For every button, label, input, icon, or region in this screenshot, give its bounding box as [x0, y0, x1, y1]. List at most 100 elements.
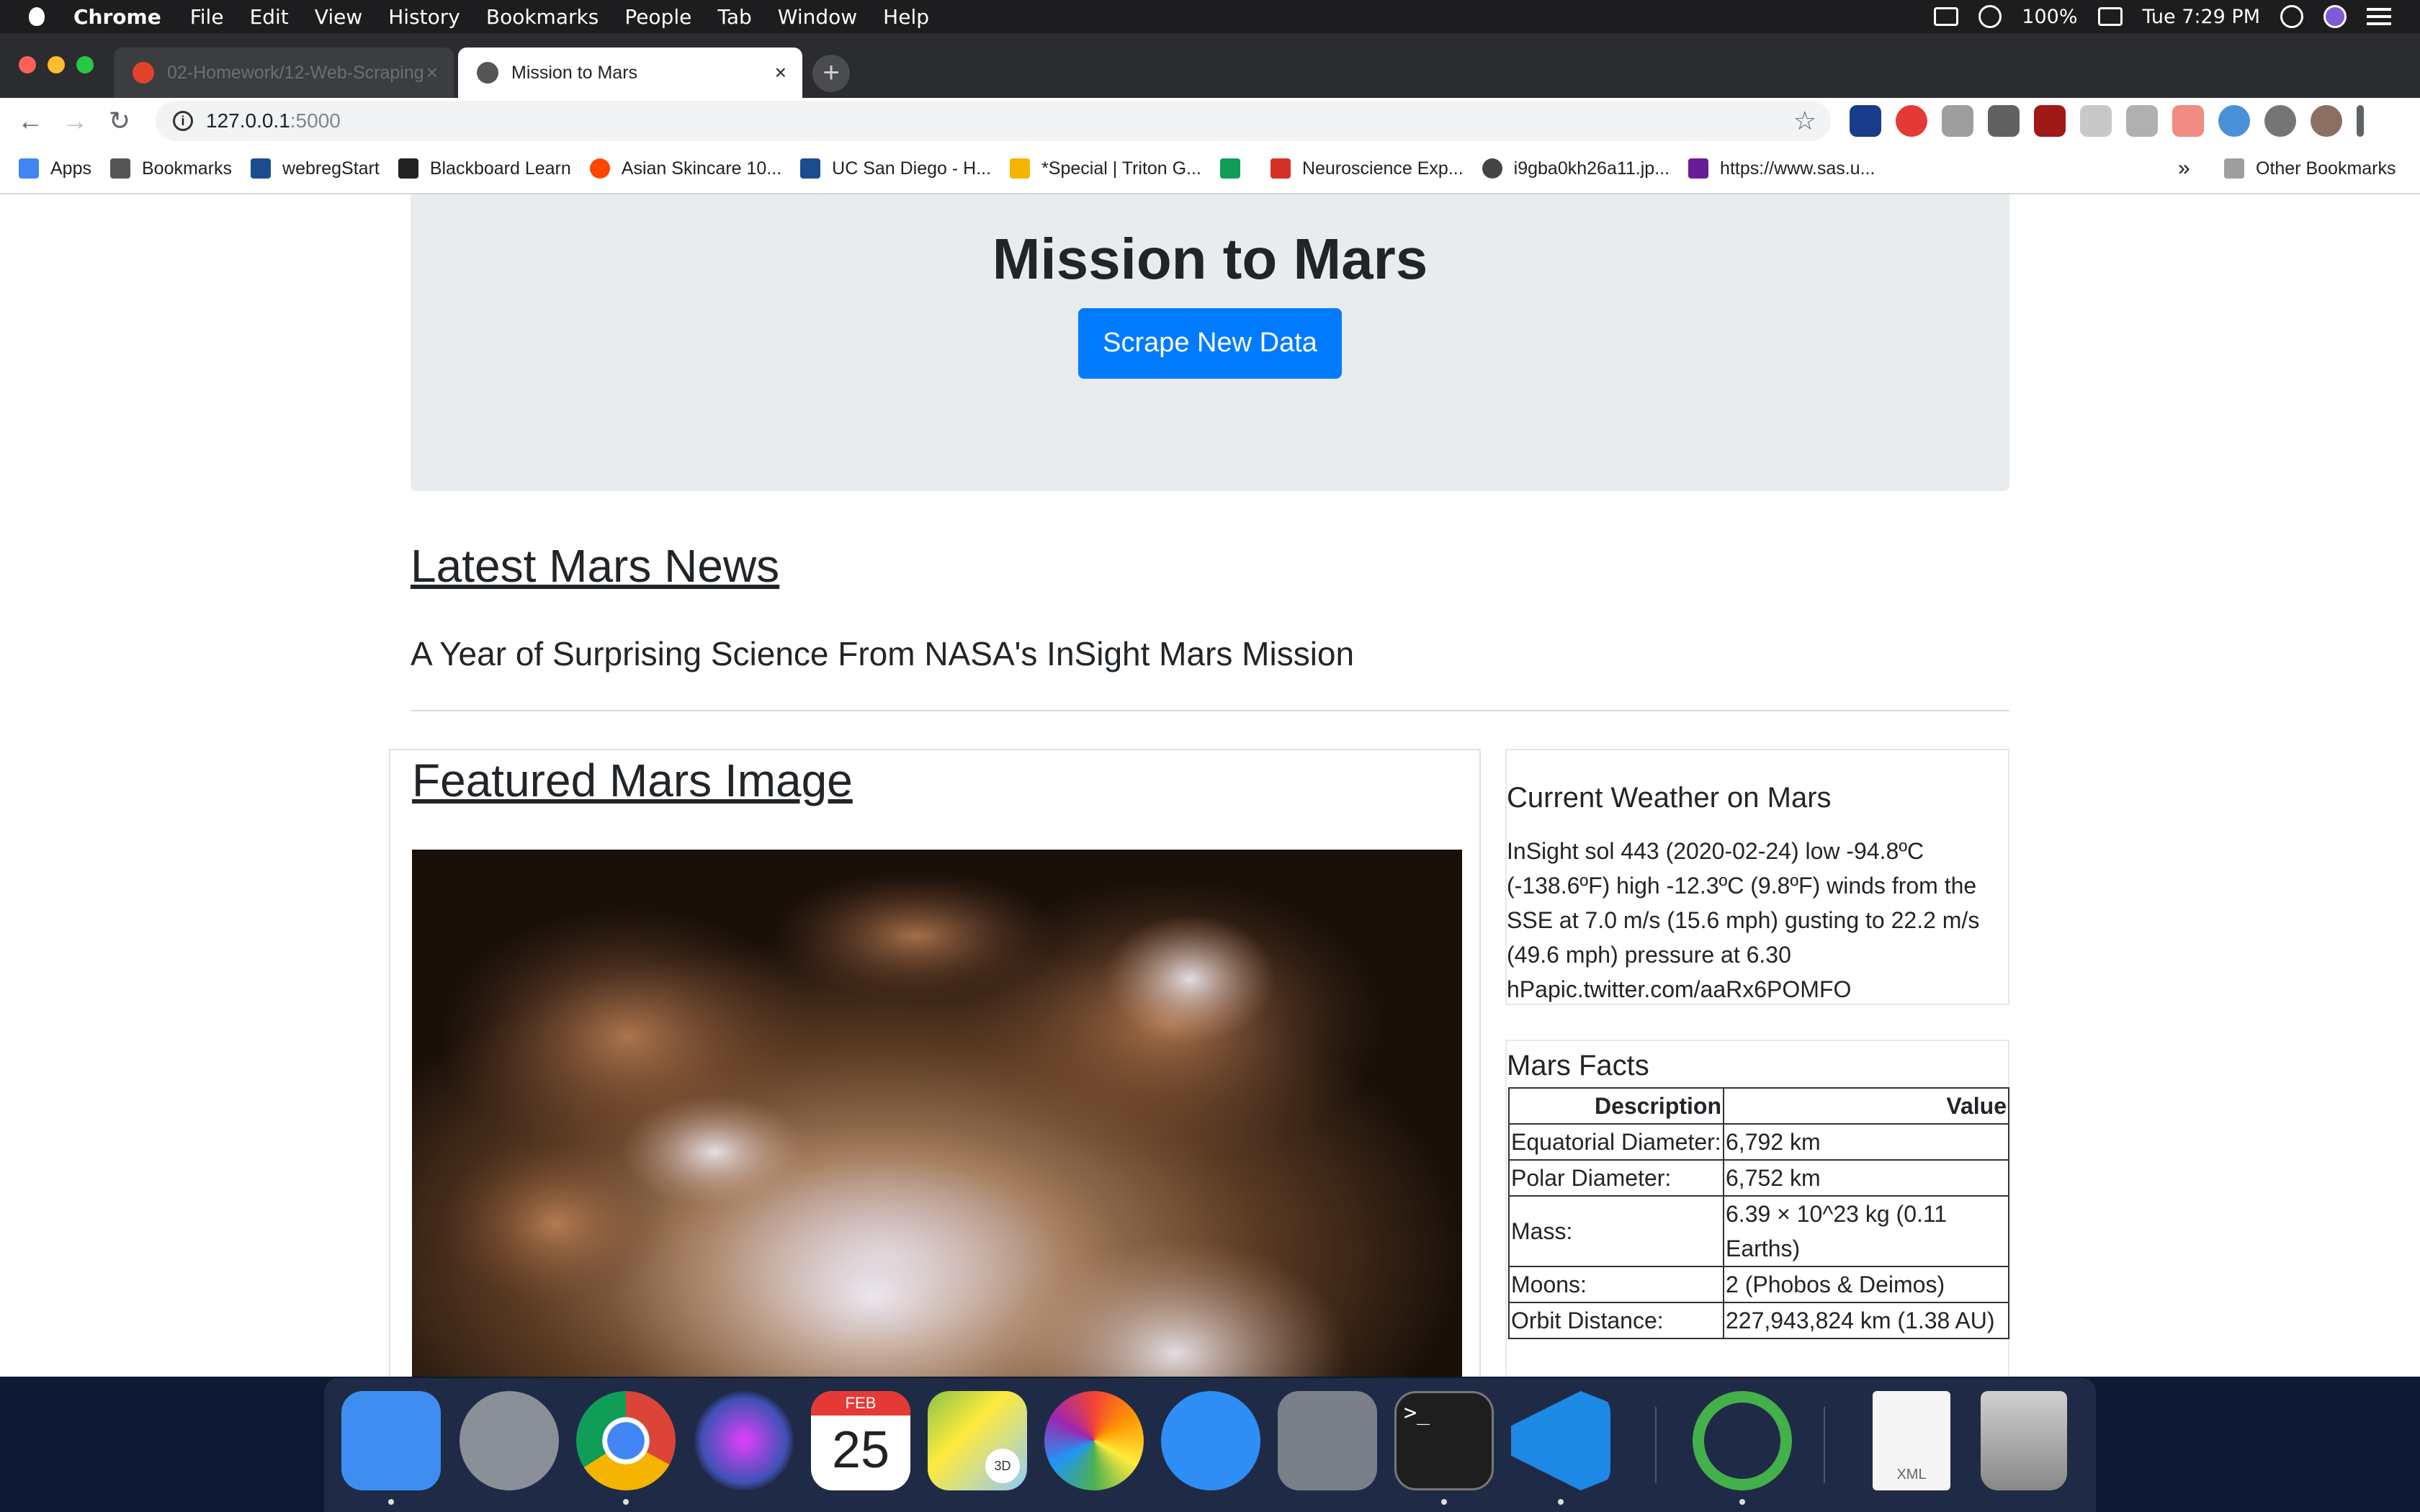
photos-icon[interactable]: [1044, 1391, 1144, 1490]
forward-icon[interactable]: →: [60, 106, 89, 136]
menu-edit[interactable]: Edit: [250, 5, 289, 29]
apple-menu-icon[interactable]: [29, 7, 45, 26]
bookmark-webregstart[interactable]: webregStart: [251, 158, 380, 179]
back-icon[interactable]: ←: [16, 106, 45, 136]
app-menu[interactable]: Chrome: [73, 5, 161, 29]
table-row: Orbit Distance: 227,943,824 km (1.38 AU): [1508, 1302, 2009, 1339]
bookmark-neuroscience[interactable]: Neuroscience Exp...: [1270, 158, 1464, 179]
running-indicator: [1739, 1499, 1745, 1505]
tab-homework[interactable]: 02-Homework/12-Web-Scraping ×: [114, 48, 454, 98]
reload-icon[interactable]: ↻: [105, 106, 134, 136]
chrome-menu-icon[interactable]: [2357, 105, 2364, 137]
maps-icon[interactable]: 3D: [928, 1391, 1027, 1490]
battery-icon[interactable]: [2097, 7, 2123, 26]
triton-icon: [251, 158, 272, 179]
clock[interactable]: Tue 7:29 PM: [2143, 6, 2261, 28]
extension-icon[interactable]: [1942, 105, 1973, 137]
ublock-icon[interactable]: [2034, 105, 2066, 137]
extension-icon[interactable]: [1896, 105, 1927, 137]
bookmark-apps[interactable]: Apps: [19, 158, 91, 179]
drive-icon: [1219, 158, 1240, 179]
chrome-icon[interactable]: [576, 1391, 676, 1490]
bookmark-label: Blackboard Learn: [429, 158, 571, 179]
vscode-icon[interactable]: [1511, 1391, 1610, 1490]
nebula-image: [412, 850, 1462, 1377]
extension-icon[interactable]: [2126, 105, 2158, 137]
minimize-window-button[interactable]: [48, 56, 65, 73]
close-tab-icon[interactable]: ×: [426, 61, 438, 84]
fact-value: 6.39 × 10^23 kg (0.11 Earths): [1723, 1195, 2009, 1267]
menu-file[interactable]: File: [190, 5, 224, 29]
menu-bookmarks[interactable]: Bookmarks: [486, 5, 599, 29]
file-type-label: XML: [1896, 1467, 1927, 1482]
close-tab-icon[interactable]: ×: [775, 61, 786, 84]
address-bar[interactable]: i 127.0.0.1 :5000 ☆: [156, 101, 1831, 141]
fact-description: Equatorial Diameter:: [1508, 1123, 1724, 1161]
tab-mission-to-mars[interactable]: Mission to Mars ×: [458, 48, 802, 98]
menu-history[interactable]: History: [388, 5, 460, 29]
finder-icon[interactable]: [341, 1391, 441, 1490]
bookmark-bookmarks[interactable]: Bookmarks: [109, 158, 232, 179]
bookmark-asian-skincare[interactable]: Asian Skincare 10...: [589, 158, 782, 179]
fact-description: Orbit Distance:: [1508, 1302, 1724, 1339]
reddit-icon: [589, 158, 610, 179]
menu-people[interactable]: People: [624, 5, 691, 29]
news-heading: Latest Mars News: [411, 540, 780, 592]
bookmark-ucsd[interactable]: UC San Diego - H...: [800, 158, 991, 179]
menu-help[interactable]: Help: [883, 5, 929, 29]
wifi-icon[interactable]: [1978, 5, 2002, 28]
status-area: 100% Tue 7:29 PM: [1934, 0, 2420, 33]
anaconda-icon[interactable]: [1693, 1391, 1792, 1490]
pdf-icon: [1270, 158, 1291, 179]
sas-icon: [1688, 158, 1709, 179]
bookmark-label: Asian Skincare 10...: [621, 158, 782, 179]
bookmark-drive[interactable]: [1219, 158, 1252, 179]
bookmark-special-triton[interactable]: *Special | Triton G...: [1010, 158, 1201, 179]
scrape-new-data-button[interactable]: Scrape New Data: [1078, 308, 1342, 379]
running-indicator: [1441, 1499, 1447, 1505]
messages-icon[interactable]: [1161, 1391, 1260, 1490]
bookmark-sas[interactable]: https://www.sas.u...: [1688, 158, 1875, 179]
zoom-window-button[interactable]: [76, 56, 94, 73]
site-info-icon[interactable]: i: [173, 111, 193, 131]
maps-3d-badge: 3D: [985, 1449, 1020, 1483]
menu-view[interactable]: View: [315, 5, 362, 29]
bookmark-blackboard[interactable]: Blackboard Learn: [398, 158, 571, 179]
menu-window[interactable]: Window: [778, 5, 857, 29]
bookmarks-overflow-icon[interactable]: »: [2178, 156, 2190, 181]
siri-icon[interactable]: [2323, 5, 2347, 28]
bookmark-image[interactable]: i9gba0kh26a11.jp...: [1482, 158, 1670, 179]
extension-icon[interactable]: [2080, 105, 2112, 137]
bookmark-label: webregStart: [282, 158, 380, 179]
profile-avatar[interactable]: [2311, 105, 2342, 137]
extension-icon[interactable]: [2172, 105, 2204, 137]
extensions: [1850, 105, 2364, 137]
bookmark-star-icon[interactable]: ☆: [1793, 106, 1816, 136]
extension-icon[interactable]: [2264, 105, 2296, 137]
battery-percent: 100%: [2022, 5, 2078, 28]
weather-heading: Current Weather on Mars: [1507, 782, 1832, 814]
launchpad-icon[interactable]: [460, 1391, 559, 1490]
siri-icon[interactable]: [694, 1391, 794, 1490]
terminal-icon[interactable]: >_: [1394, 1391, 1494, 1490]
airplay-icon[interactable]: [1934, 7, 1959, 26]
browser-toolbar: ← → ↻ i 127.0.0.1 :5000 ☆: [0, 98, 2420, 144]
close-window-button[interactable]: [19, 56, 36, 73]
extension-icon[interactable]: [2218, 105, 2250, 137]
news-title: A Year of Surprising Science From NASA's…: [411, 634, 1355, 672]
column-header: Description: [1508, 1087, 1724, 1125]
system-preferences-icon[interactable]: [1278, 1391, 1377, 1490]
menu-tab[interactable]: Tab: [717, 5, 751, 29]
extension-icon[interactable]: [1988, 105, 2020, 137]
other-bookmarks[interactable]: Other Bookmarks: [2224, 158, 2396, 179]
trash-icon[interactable]: [1981, 1391, 2067, 1490]
spotlight-search-icon[interactable]: [2280, 5, 2303, 28]
xml-file-icon[interactable]: XML: [1873, 1391, 1950, 1490]
fact-value: 6,752 km: [1723, 1159, 2009, 1197]
calendar-icon[interactable]: FEB 25: [811, 1391, 910, 1490]
extension-icon[interactable]: [1850, 105, 1881, 137]
table-row: Moons: 2 (Phobos & Deimos): [1508, 1266, 2009, 1303]
running-indicator: [388, 1499, 394, 1505]
notification-center-icon[interactable]: [2367, 8, 2391, 25]
new-tab-button[interactable]: +: [812, 55, 850, 92]
